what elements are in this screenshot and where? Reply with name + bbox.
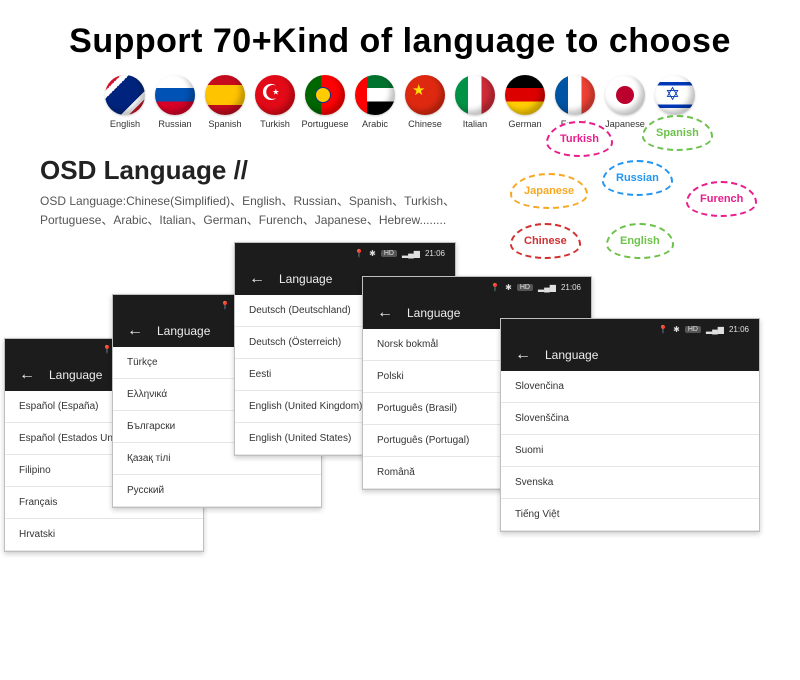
back-arrow-icon[interactable]: ← <box>127 322 143 340</box>
location-icon: 📍 <box>220 301 230 310</box>
flag-fr-icon <box>555 75 595 115</box>
hd-badge: HD <box>381 250 397 257</box>
bubble-turkish: Turkish <box>546 121 613 157</box>
flag-label: Chinese <box>400 119 450 129</box>
bubble-japanese: Japanese <box>510 173 588 209</box>
flag-tr-icon <box>255 75 295 115</box>
back-arrow-icon[interactable]: ← <box>19 366 35 384</box>
signal-icon: ▂▄▆ <box>402 249 420 258</box>
flag-de-icon <box>505 75 545 115</box>
signal-icon: ▂▄▆ <box>538 283 556 292</box>
flag-ru-icon <box>155 75 195 115</box>
flag-label: English <box>100 119 150 129</box>
flag-label: Arabic <box>350 119 400 129</box>
flag-uk-icon <box>105 75 145 115</box>
bubble-furench: Furench <box>686 181 757 217</box>
location-icon: 📍 <box>354 249 364 258</box>
device-screenshots: 📍✱HD▂▄▆21:06←LanguageEspañol (España)Esp… <box>0 242 800 582</box>
flag-label: Spanish <box>200 119 250 129</box>
status-time: 21:06 <box>561 283 581 292</box>
flag-ae-icon <box>355 75 395 115</box>
bluetooth-icon: ✱ <box>673 325 680 334</box>
list-item[interactable]: Slovenščina <box>501 403 759 435</box>
status-bar: 📍 ✱ HD ▂▄▆ 21:06 <box>235 243 455 263</box>
status-time: 21:06 <box>425 249 445 258</box>
flag-es-icon <box>205 75 245 115</box>
signal-icon: ▂▄▆ <box>706 325 724 334</box>
hd-badge: HD <box>685 326 701 333</box>
flag-jp-icon <box>605 75 645 115</box>
location-icon: 📍 <box>490 283 500 292</box>
flag-it-icon <box>455 75 495 115</box>
back-arrow-icon[interactable]: ← <box>377 304 393 322</box>
flag-label: Portuguese <box>300 119 350 129</box>
window-title: Language <box>545 348 598 362</box>
title-bar: ← Language <box>501 339 759 371</box>
bubble-russian: Russian <box>602 160 673 196</box>
flag-label: Italian <box>450 119 500 129</box>
list-item[interactable]: Hrvatski <box>5 519 203 551</box>
list-item[interactable]: Slovenčina <box>501 371 759 403</box>
window-title: Language <box>407 306 460 320</box>
status-bar: 📍 ✱ HD ▂▄▆ 21:06 <box>501 319 759 339</box>
language-settings-window: 📍 ✱ HD ▂▄▆ 21:06 ← Language SlovenčinaSlovenšči… <box>500 318 760 532</box>
list-item[interactable]: Русский <box>113 475 321 507</box>
back-arrow-icon[interactable]: ← <box>515 346 531 364</box>
flag-label: Russian <box>150 119 200 129</box>
list-item[interactable]: Suomi <box>501 435 759 467</box>
window-title: Language <box>279 272 332 286</box>
location-icon: 📍 <box>102 345 112 354</box>
flag-il-icon <box>655 75 695 115</box>
list-item[interactable]: Tiếng Việt <box>501 499 759 531</box>
bluetooth-icon: ✱ <box>505 283 512 292</box>
location-icon: 📍 <box>658 325 668 334</box>
flag-pt-icon <box>305 75 345 115</box>
window-title: Language <box>157 324 210 338</box>
window-title: Language <box>49 368 102 382</box>
list-item[interactable]: Svenska <box>501 467 759 499</box>
hd-badge: HD <box>517 284 533 291</box>
back-arrow-icon[interactable]: ← <box>249 270 265 288</box>
flag-cn-icon <box>405 75 445 115</box>
language-list[interactable]: SlovenčinaSlovenščinaSuomiSvenskaTiếng V… <box>501 371 759 531</box>
status-bar: 📍 ✱ HD ▂▄▆ 21:06 <box>363 277 591 297</box>
bubble-spanish: Spanish <box>642 115 713 151</box>
bluetooth-icon: ✱ <box>369 249 376 258</box>
osd-description: OSD Language:Chinese(Simplified)、English… <box>40 192 520 230</box>
status-time: 21:06 <box>729 325 749 334</box>
page-title: Support 70+Kind of language to choose <box>0 0 800 69</box>
flag-row <box>0 75 800 115</box>
flag-label: Turkish <box>250 119 300 129</box>
